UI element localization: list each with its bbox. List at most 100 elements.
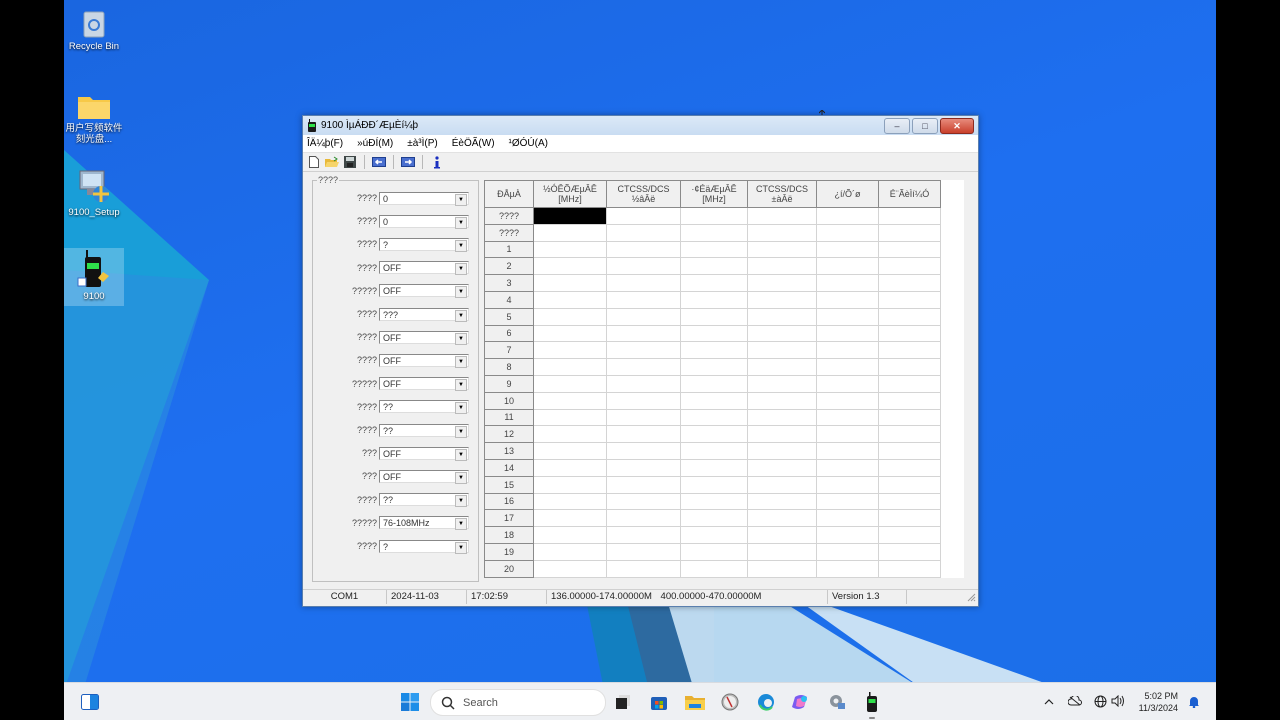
grid-cell[interactable]	[816, 526, 879, 544]
grid-cell[interactable]	[533, 290, 607, 309]
grid-cell[interactable]	[816, 290, 879, 309]
grid-cell[interactable]	[816, 542, 879, 561]
grid-cell[interactable]	[533, 492, 607, 511]
grid-cell[interactable]	[680, 290, 748, 309]
grid-cell[interactable]	[747, 458, 817, 477]
grid-cell[interactable]	[816, 475, 879, 494]
setting-dropdown[interactable]: ?? ▼	[379, 400, 469, 415]
grid-cell[interactable]	[680, 257, 748, 276]
dropdown-arrow-icon[interactable]: ▼	[455, 379, 467, 392]
grid-cell[interactable]	[606, 458, 681, 477]
grid-cell[interactable]	[680, 374, 748, 393]
taskbar-task-view[interactable]	[613, 692, 633, 712]
grid-cell[interactable]	[878, 307, 941, 326]
dropdown-arrow-icon[interactable]: ▼	[455, 471, 467, 484]
maximize-button[interactable]: □	[912, 118, 938, 134]
setting-dropdown[interactable]: OFF ▼	[379, 353, 469, 368]
grid-cell[interactable]	[878, 475, 941, 494]
grid-cell[interactable]	[816, 509, 879, 528]
grid-cell[interactable]	[606, 324, 681, 343]
grid-cell[interactable]	[878, 408, 941, 427]
grid-cell[interactable]	[533, 307, 607, 326]
grid-cell[interactable]	[680, 207, 748, 225]
dropdown-arrow-icon[interactable]: ▼	[455, 425, 467, 438]
taskbar-copilot[interactable]	[791, 692, 811, 712]
setting-dropdown[interactable]: 0 ▼	[379, 191, 469, 206]
grid-cell[interactable]	[816, 358, 879, 376]
grid-row-header[interactable]: 1	[484, 240, 534, 259]
grid-row-header[interactable]: 2	[484, 257, 534, 276]
grid-cell[interactable]	[680, 425, 748, 444]
grid-cell[interactable]	[606, 408, 681, 427]
grid-cell[interactable]	[533, 391, 607, 410]
grid-row-header[interactable]: 9	[484, 374, 534, 393]
setting-dropdown[interactable]: OFF ▼	[379, 446, 469, 461]
grid-cell[interactable]	[816, 341, 879, 360]
grid-cell[interactable]	[533, 526, 607, 544]
grid-cell[interactable]	[747, 374, 817, 393]
grid-cell[interactable]	[878, 542, 941, 561]
dropdown-arrow-icon[interactable]: ▼	[455, 402, 467, 415]
dropdown-arrow-icon[interactable]: ▼	[455, 263, 467, 276]
grid-cell[interactable]	[878, 223, 941, 242]
setting-dropdown[interactable]: ?? ▼	[379, 423, 469, 438]
grid-cell[interactable]	[606, 526, 681, 544]
grid-cell[interactable]	[747, 240, 817, 259]
setting-dropdown[interactable]: 76-108MHz ▼	[379, 516, 469, 531]
grid-cell[interactable]	[680, 475, 748, 494]
grid-cell[interactable]	[747, 391, 817, 410]
grid-row-header[interactable]: 13	[484, 442, 534, 460]
grid-cell[interactable]	[533, 358, 607, 376]
grid-row-header[interactable]: 20	[484, 559, 534, 578]
grid-cell[interactable]	[606, 542, 681, 561]
grid-cell[interactable]	[533, 324, 607, 343]
grid-cell[interactable]	[606, 274, 681, 292]
dropdown-arrow-icon[interactable]: ▼	[455, 541, 467, 554]
open-file-button[interactable]	[325, 155, 339, 169]
grid-column-header[interactable]: CTCSS/DCS ±àÂë	[747, 180, 817, 208]
grid-row-header[interactable]: 18	[484, 526, 534, 544]
grid-cell[interactable]	[878, 257, 941, 276]
grid-row-header[interactable]: 4	[484, 290, 534, 309]
grid-cell[interactable]	[606, 391, 681, 410]
grid-cell[interactable]	[606, 240, 681, 259]
grid-cell[interactable]	[606, 492, 681, 511]
desktop-icon-9100[interactable]: 9100	[64, 248, 124, 306]
grid-cell[interactable]	[816, 223, 879, 242]
grid-cell[interactable]	[878, 492, 941, 511]
taskbar-settings[interactable]	[827, 692, 847, 712]
grid-cell[interactable]	[533, 425, 607, 444]
setting-dropdown[interactable]: 0 ▼	[379, 214, 469, 229]
grid-cell[interactable]	[747, 223, 817, 242]
grid-cell[interactable]	[606, 290, 681, 309]
read-from-radio-button[interactable]	[372, 155, 386, 169]
grid-cell[interactable]	[606, 559, 681, 578]
show-hidden-icons-button[interactable]	[1044, 696, 1054, 708]
network-button[interactable]	[1094, 695, 1107, 710]
grid-row-header[interactable]: 10	[484, 391, 534, 410]
grid-cell[interactable]	[878, 391, 941, 410]
grid-cell[interactable]	[533, 374, 607, 393]
grid-cell[interactable]	[680, 408, 748, 427]
dropdown-arrow-icon[interactable]: ▼	[455, 216, 467, 229]
dropdown-arrow-icon[interactable]: ▼	[455, 518, 467, 531]
grid-cell[interactable]	[747, 358, 817, 376]
grid-cell[interactable]	[816, 442, 879, 460]
grid-cell[interactable]	[533, 408, 607, 427]
dropdown-arrow-icon[interactable]: ▼	[455, 332, 467, 345]
grid-row-header[interactable]: 16	[484, 492, 534, 511]
grid-cell[interactable]	[816, 458, 879, 477]
notifications-button[interactable]	[1188, 695, 1200, 710]
grid-row-header[interactable]: ????	[484, 223, 534, 242]
taskbar-search-box[interactable]: Search	[430, 689, 606, 716]
grid-cell[interactable]	[680, 526, 748, 544]
grid-cell[interactable]	[747, 526, 817, 544]
grid-cell[interactable]	[747, 290, 817, 309]
menu-program[interactable]: ±à³Ì(P)	[407, 138, 438, 149]
taskbar-file-explorer[interactable]	[685, 692, 705, 712]
grid-cell[interactable]	[747, 324, 817, 343]
onedrive-button[interactable]	[1067, 695, 1082, 708]
grid-cell[interactable]	[606, 425, 681, 444]
dropdown-arrow-icon[interactable]: ▼	[455, 309, 467, 322]
grid-column-header[interactable]: ·¢ÉäÆµÂÊ [MHz]	[680, 180, 748, 208]
